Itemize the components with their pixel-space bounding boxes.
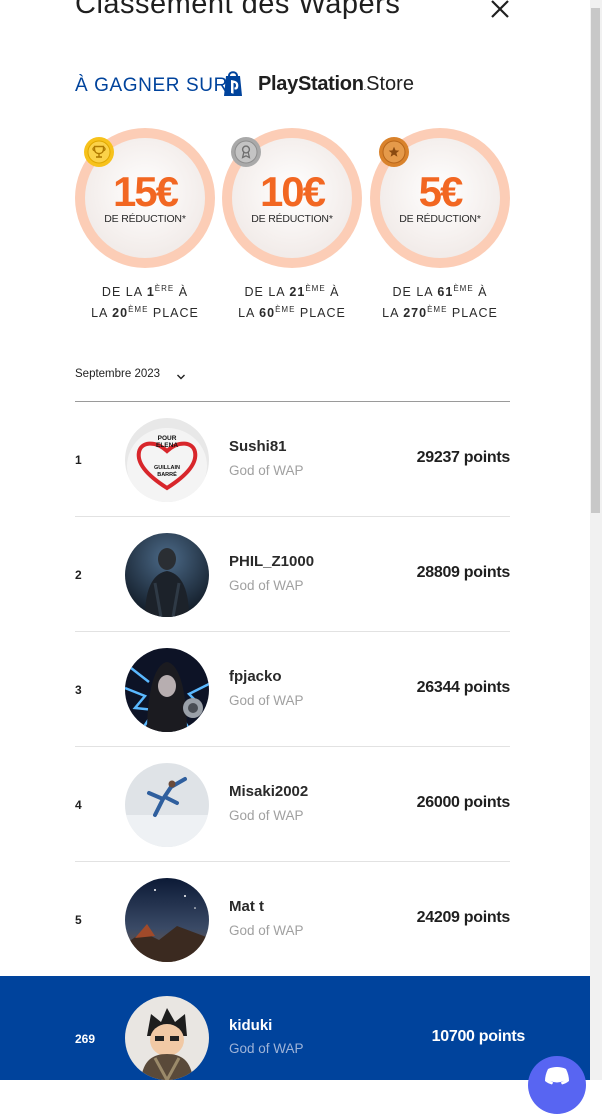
svg-text:BARRÉ: BARRÉ — [157, 470, 177, 478]
player-points: 26000 points — [416, 794, 511, 811]
playstation-logo-icon — [220, 68, 246, 98]
player-level: God of WAP — [229, 463, 304, 478]
leaderboard-row[interactable]: 4 Misaki2002 God of WAP 26000 points — [75, 747, 510, 862]
prize-label: DE RÉDUCTION* — [251, 213, 333, 225]
leaderboard-row[interactable]: 5 Mat t God of WAP 24209 points — [75, 862, 510, 977]
rank-number: 2 — [75, 568, 82, 582]
player-name[interactable]: PHIL_Z1000 — [229, 553, 314, 570]
avatar — [125, 996, 209, 1080]
prize-amount: 5€ — [418, 168, 464, 215]
player-level: God of WAP — [229, 923, 304, 938]
rank-number: 269 — [75, 1032, 96, 1046]
prize-heading: À GAGNER SUR — [75, 75, 228, 96]
prize-label: DE RÉDUCTION* — [399, 213, 481, 225]
current-user-row[interactable]: 269 kiduki God of WAP 10700 points — [0, 976, 590, 1080]
avatar — [125, 648, 209, 732]
player-level: God of WAP — [229, 1041, 304, 1056]
prize-amount: 10€ — [259, 168, 326, 215]
player-level: God of WAP — [229, 808, 304, 823]
chevron-down-icon[interactable] — [176, 369, 186, 380]
player-points: 26344 points — [416, 679, 511, 696]
prize-circle: 10€ DE RÉDUCTION* — [222, 128, 362, 268]
player-name[interactable]: fpjacko — [229, 668, 282, 685]
leaderboard-row[interactable]: 2 PHIL_Z1000 God of WAP 28809 points — [75, 517, 510, 632]
player-name[interactable]: Mat t — [229, 898, 264, 915]
player-points: 24209 points — [416, 909, 511, 926]
scrollbar-thumb[interactable] — [591, 8, 600, 513]
silver-medal-icon — [230, 136, 262, 168]
leaderboard-row[interactable]: 1 POUR ELENA GUILLAIN BARRÉ Sushi81 God … — [75, 402, 510, 517]
prize-place-range: DE LA 1ÈRE À LA 20ÈME PLACE — [91, 284, 199, 321]
player-name[interactable]: Sushi81 — [229, 438, 287, 455]
prize-tier-1: 15€ DE RÉDUCTION* DE LA 1ÈRE À LA 20ÈME … — [75, 128, 215, 322]
svg-text:POUR: POUR — [158, 435, 177, 442]
prize-tier-2: 10€ DE RÉDUCTION* DE LA 21ÈME À LA 60ÈME… — [222, 128, 362, 322]
svg-text:GUILLAIN: GUILLAIN — [154, 465, 180, 471]
rank-number: 3 — [75, 683, 82, 697]
prize-place-range: DE LA 21ÈME À LA 60ÈME PLACE — [238, 284, 346, 321]
avatar — [125, 763, 209, 847]
player-points: 10700 points — [431, 1028, 526, 1045]
month-selector[interactable]: Septembre 2023 — [75, 368, 160, 380]
discord-chat-icon — [545, 1067, 569, 1085]
scrollbar-track[interactable] — [590, 0, 602, 1080]
playstation-store-label: PlayStation.Store — [258, 73, 414, 95]
close-icon — [491, 0, 509, 18]
prize-circle: 15€ DE RÉDUCTION* — [75, 128, 215, 268]
page-title: Classement des Wapers — [75, 0, 401, 20]
prize-amount: 15€ — [112, 168, 179, 215]
player-name[interactable]: kiduki — [229, 1017, 272, 1034]
close-button[interactable] — [488, 0, 512, 22]
prize-circle: 5€ DE RÉDUCTION* — [370, 128, 510, 268]
player-points: 28809 points — [416, 564, 511, 581]
player-level: God of WAP — [229, 578, 304, 593]
avatar: POUR ELENA GUILLAIN BARRÉ — [125, 418, 209, 502]
bronze-star-icon — [378, 136, 410, 168]
player-points: 29237 points — [416, 449, 511, 466]
leaderboard-row[interactable]: 3 fpjacko God of WAP 26344 points — [75, 632, 510, 747]
chat-button[interactable] — [528, 1056, 586, 1114]
prize-tier-3: 5€ DE RÉDUCTION* DE LA 61ÈME À LA 270ÈME… — [370, 128, 510, 322]
svg-text:ELENA: ELENA — [156, 442, 178, 449]
gold-trophy-icon — [83, 136, 115, 168]
store-word: Store — [366, 73, 414, 95]
rank-number: 1 — [75, 453, 82, 467]
store-brand: PlayStation — [258, 73, 364, 95]
avatar — [125, 533, 209, 617]
player-level: God of WAP — [229, 693, 304, 708]
prize-place-range: DE LA 61ÈME À LA 270ÈME PLACE — [382, 284, 498, 321]
player-name[interactable]: Misaki2002 — [229, 783, 308, 800]
rank-number: 5 — [75, 913, 82, 927]
avatar — [125, 878, 209, 962]
prize-label: DE RÉDUCTION* — [104, 213, 186, 225]
rank-number: 4 — [75, 798, 82, 812]
